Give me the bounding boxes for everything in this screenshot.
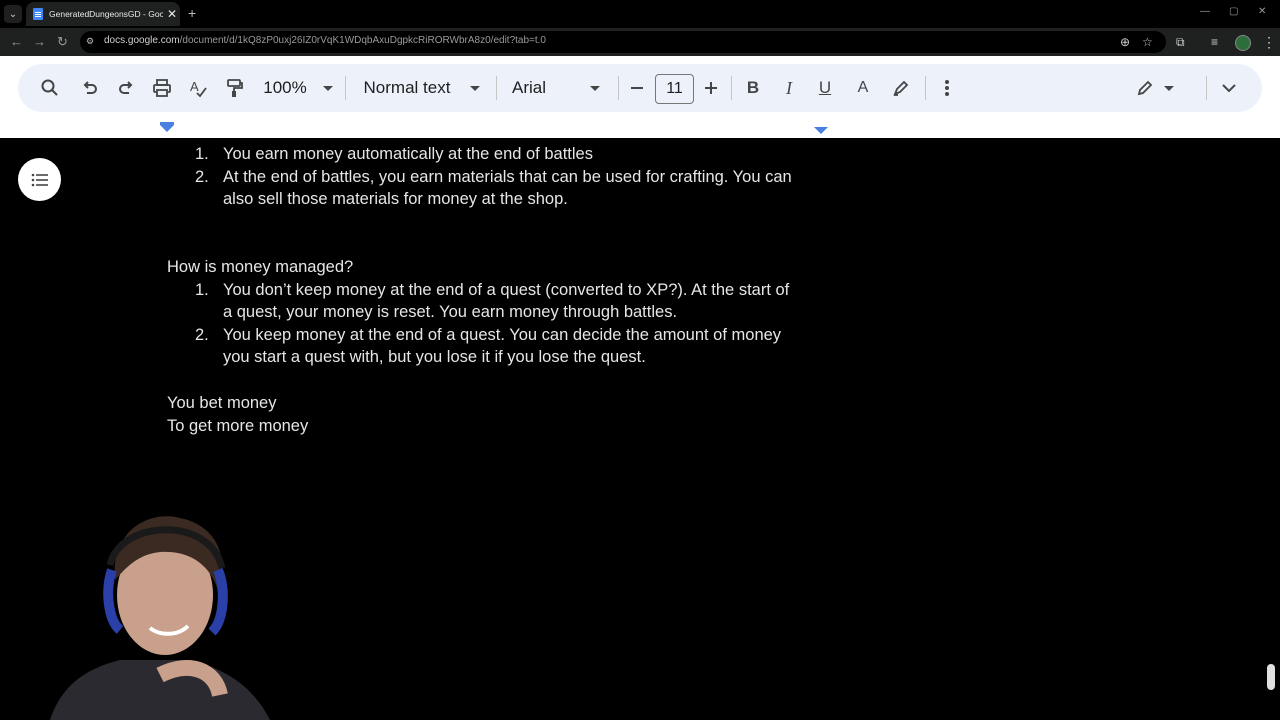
list-item-text[interactable]: You keep money at the end of a quest. Yo… [223,326,781,345]
address-bar-row: ← → ↻ ⚙ docs.google.com/document/d/1kQ8z… [0,28,1280,56]
window-close-icon[interactable]: ✕ [1258,6,1266,17]
redo-icon[interactable] [114,64,138,112]
zoom-icon[interactable]: ⊕ [1120,35,1130,49]
forward-icon[interactable]: → [33,34,46,50]
tab-close-icon[interactable]: ✕ [167,7,177,21]
print-icon[interactable] [150,64,174,112]
list-item-text[interactable]: At the end of battles, you earn material… [223,168,792,187]
site-info-icon[interactable]: ⚙ [86,36,98,48]
underline-button[interactable]: U [814,64,836,112]
browser-menu-icon[interactable]: ⋮ [1262,34,1276,51]
profile-avatar[interactable] [1235,35,1251,51]
toolbar-divider [618,76,619,100]
decrease-font-size-button[interactable] [628,64,646,112]
paragraph-text[interactable]: To get more money [167,417,308,436]
spellcheck-icon[interactable]: A [186,64,210,112]
webcam-overlay [50,516,270,720]
svg-text:A: A [190,79,199,94]
list-item-text[interactable]: you start a quest with, but you lose it … [223,348,646,367]
list-number: 2. [195,326,209,344]
paragraph-text[interactable]: You bet money [167,394,276,413]
chevron-down-icon [322,85,333,91]
docs-toolbar: A 100% Normal text Arial 11 B I U A [18,64,1262,112]
italic-button[interactable]: I [778,64,800,112]
browser-tab-bar: ⌄ GeneratedDungeonsGD - Goog ✕ + — ▢ ✕ [0,0,1280,28]
new-tab-icon[interactable]: + [188,5,196,21]
bold-button[interactable]: B [742,64,764,112]
browser-tab[interactable]: GeneratedDungeonsGD - Goog ✕ [26,2,180,26]
toolbar-divider [1206,76,1207,100]
list-item-text[interactable]: You don’t keep money at the end of a que… [223,281,789,300]
list-number: 2. [195,168,209,186]
paint-format-icon[interactable] [222,64,246,112]
edit-mode-icon[interactable] [1134,64,1178,112]
reload-icon[interactable]: ↻ [57,34,68,50]
plus-icon [705,82,717,94]
zoom-dropdown[interactable]: 100% [260,64,336,112]
minus-icon [631,87,643,89]
bookmark-star-icon[interactable]: ☆ [1142,35,1153,49]
more-icon[interactable] [936,64,958,112]
font-size-input[interactable]: 11 [655,74,694,104]
undo-icon[interactable] [78,64,102,112]
tab-title: GeneratedDungeonsGD - Goog [49,9,163,19]
list-item-text[interactable]: a quest, your money is reset. You earn m… [223,303,677,322]
style-dropdown[interactable]: Normal text [361,64,483,112]
list-number: 1. [195,281,209,299]
chevron-down-icon [590,85,601,91]
left-indent-marker[interactable] [160,125,174,132]
collapse-icon[interactable] [1218,64,1240,112]
question-heading[interactable]: How is money managed? [167,258,353,277]
font-value: Arial [512,78,547,97]
address-bar[interactable]: ⚙ docs.google.com/document/d/1kQ8zP0uxj2… [80,31,1166,53]
toolbar-divider [731,76,732,100]
back-icon[interactable]: ← [10,34,23,50]
text-color-button[interactable]: A [852,64,874,112]
scrollbar-thumb[interactable] [1267,664,1275,690]
ruler [0,122,1280,138]
zoom-value: 100% [263,78,307,97]
tab-search-button[interactable]: ⌄ [4,5,22,23]
outline-icon[interactable] [18,158,61,201]
url-text[interactable]: docs.google.com/document/d/1kQ8zP0uxj26I… [104,35,546,46]
minimize-icon[interactable]: — [1200,6,1210,17]
chevron-down-icon [470,85,481,91]
toolbar-divider [496,76,497,100]
toolbar-divider [345,76,346,100]
increase-font-size-button[interactable] [702,64,720,112]
style-value: Normal text [363,78,451,97]
docs-toolbar-area: A 100% Normal text Arial 11 B I U A [0,56,1280,122]
list-item-text[interactable]: You earn money automatically at the end … [223,145,593,164]
search-icon[interactable] [38,64,62,112]
docs-favicon-icon [33,8,43,20]
extensions-icon[interactable]: ⧉ [1176,35,1185,50]
list-number: 1. [195,145,209,163]
restore-icon[interactable]: ▢ [1229,6,1238,17]
list-item-text[interactable]: also sell those materials for money at t… [223,190,568,209]
highlight-icon[interactable] [890,64,912,112]
media-control-icon[interactable]: ≡ [1211,35,1218,49]
right-indent-marker[interactable] [814,127,828,134]
font-dropdown[interactable]: Arial [512,64,604,112]
toolbar-divider [925,76,926,100]
